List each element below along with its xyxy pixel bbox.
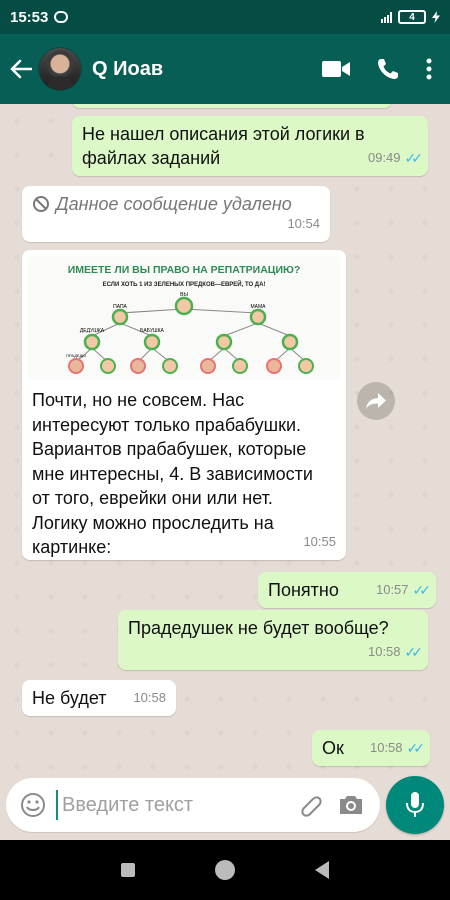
forward-icon	[366, 393, 386, 409]
face-icon	[298, 358, 314, 374]
message-meta: 10:54	[287, 212, 320, 236]
message-time: 10:54	[287, 216, 320, 231]
deleted-icon	[33, 196, 49, 212]
face-icon	[249, 308, 267, 326]
image-label-grandpa: ДЕДУШКА	[80, 328, 105, 334]
message-meta: 09:49 ✓✓	[367, 146, 424, 170]
attach-icon[interactable]	[298, 792, 324, 818]
message-bubble-out[interactable]: Понятно 10:57 ✓✓	[258, 572, 436, 608]
message-time: 10:57	[375, 582, 409, 597]
face-icon	[162, 358, 178, 374]
family-tree-image: ИМЕЕТЕ ЛИ ВЫ ПРАВО НА РЕПАТРИАЦИЮ? ЕСЛИ …	[66, 264, 314, 374]
mic-icon	[406, 792, 424, 817]
message-text: Не нашел описания этой логики в файлах з…	[82, 124, 365, 168]
read-ticks-icon: ✓✓	[412, 582, 432, 598]
read-ticks-icon: ✓✓	[404, 150, 424, 166]
phone-icon[interactable]	[376, 57, 400, 81]
image-label-grandma: БАБУШКА	[140, 328, 164, 334]
face-icon	[215, 333, 233, 351]
message-time: 10:58	[369, 740, 403, 755]
message-bubble-partial	[72, 104, 392, 108]
message-list[interactable]: Не нашел описания этой логики в файлах з…	[0, 104, 450, 774]
face-icon	[174, 296, 194, 316]
more-vert-icon[interactable]	[426, 58, 432, 80]
system-nav-bar	[0, 840, 450, 900]
message-text: Почти, но не совсем. Нас интересуют толь…	[32, 390, 313, 557]
battery-icon: 4	[398, 10, 426, 24]
battery-level: 4	[409, 11, 415, 23]
system-back-button[interactable]	[315, 861, 329, 879]
emoji-icon[interactable]	[20, 792, 46, 818]
message-meta: 10:57 ✓✓	[375, 578, 432, 602]
home-button[interactable]	[215, 860, 235, 880]
message-text: Понятно	[268, 580, 339, 600]
video-call-icon[interactable]	[322, 60, 350, 78]
contact-name[interactable]: Q Иоав	[92, 58, 322, 81]
message-meta: 10:58 ✓✓	[367, 640, 424, 664]
message-meta: 10:58 ✓✓	[369, 736, 426, 760]
face-icon	[266, 358, 282, 374]
message-bubble-image[interactable]: ИМЕЕТЕ ЛИ ВЫ ПРАВО НА РЕПАТРИАЦИЮ? ЕСЛИ …	[22, 250, 346, 560]
face-icon	[68, 358, 84, 374]
message-bubble-out[interactable]: Не нашел описания этой логики в файлах з…	[72, 116, 428, 176]
back-button[interactable]	[4, 34, 38, 104]
message-bubble-in[interactable]: Не будет 10:58	[22, 680, 176, 716]
chat-header: Q Иоав	[0, 34, 450, 104]
message-time: 10:58	[367, 644, 401, 659]
signal-icon	[381, 11, 392, 23]
face-icon	[111, 308, 129, 326]
face-icon	[83, 333, 101, 351]
message-time: 09:49	[367, 150, 401, 165]
face-icon	[232, 358, 248, 374]
arrow-left-icon	[10, 59, 32, 79]
read-ticks-icon: ✓✓	[406, 740, 426, 756]
composer: Введите текст	[6, 778, 380, 832]
read-ticks-icon: ✓✓	[404, 644, 424, 660]
recent-apps-button[interactable]	[121, 863, 135, 877]
status-time: 15:53	[10, 8, 49, 26]
face-icon	[281, 333, 299, 351]
message-time: 10:55	[303, 534, 336, 549]
message-meta: 10:58	[133, 686, 166, 710]
forward-button[interactable]	[357, 382, 395, 420]
image-title: ИМЕЕТЕ ЛИ ВЫ ПРАВО НА РЕПАТРИАЦИЮ?	[68, 264, 301, 276]
message-image[interactable]: ИМЕЕТЕ ЛИ ВЫ ПРАВО НА РЕПАТРИАЦИЮ? ЕСЛИ …	[28, 256, 340, 380]
message-meta: 10:55	[303, 530, 336, 554]
message-text: Не будет	[32, 688, 107, 708]
charging-icon	[432, 11, 440, 23]
notification-icon	[54, 11, 69, 23]
message-text: Данное сообщение удалено	[56, 194, 292, 214]
message-time: 10:58	[133, 690, 166, 705]
face-icon	[100, 358, 116, 374]
camera-icon[interactable]	[338, 794, 364, 816]
face-icon	[200, 358, 216, 374]
message-text: Ок	[322, 738, 344, 758]
message-text: Прадедушек не будет вообще?	[128, 618, 389, 638]
image-subtitle: ЕСЛИ ХОТЬ 1 ИЗ ЗЕЛЕНЫХ ПРЕДКОВ—ЕВРЕЙ, ТО…	[103, 280, 266, 288]
message-bubble-out[interactable]: Ок 10:58 ✓✓	[312, 730, 430, 766]
message-bubble-deleted[interactable]: Данное сообщение удалено 10:54	[22, 186, 330, 242]
message-bubble-out[interactable]: Прадедушек не будет вообще? 10:58 ✓✓	[118, 610, 428, 670]
face-icon	[130, 358, 146, 374]
voice-record-button[interactable]	[386, 776, 444, 834]
image-label-great: ПРАДЕДЫ	[66, 353, 86, 358]
message-input[interactable]: Введите текст	[56, 790, 298, 820]
status-bar: 15:53 4	[0, 0, 450, 34]
contact-avatar[interactable]	[38, 47, 82, 91]
face-icon	[143, 333, 161, 351]
